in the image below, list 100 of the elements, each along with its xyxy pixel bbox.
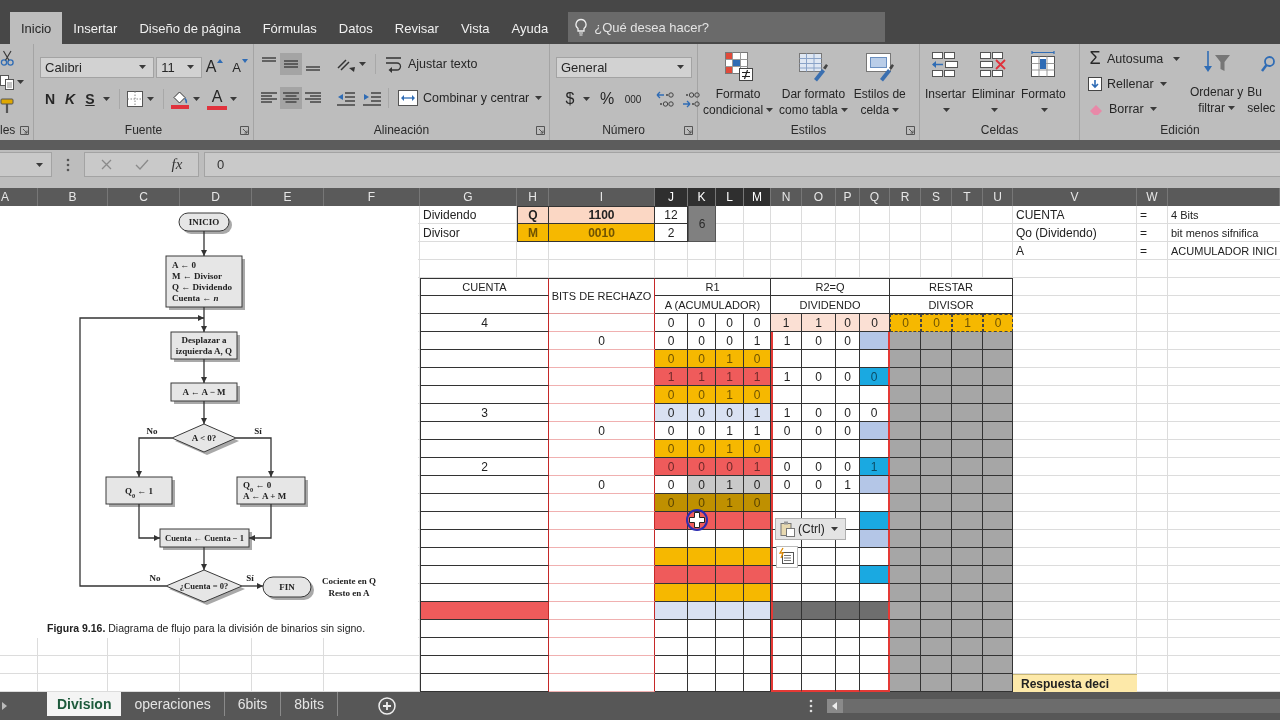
grow-font-button[interactable]: A bbox=[201, 56, 228, 78]
tell-me-search[interactable]: ¿Qué desea hacer? bbox=[568, 12, 886, 42]
caret-icon[interactable] bbox=[1159, 81, 1167, 86]
caret-icon[interactable] bbox=[1228, 106, 1235, 110]
thousands-button[interactable]: 000 bbox=[623, 88, 643, 110]
caret-icon[interactable] bbox=[230, 97, 237, 101]
copy-icon[interactable] bbox=[0, 74, 14, 90]
column-header[interactable]: S bbox=[921, 188, 952, 206]
column-header[interactable]: G bbox=[420, 188, 517, 206]
dialog-launcher-icon[interactable] bbox=[906, 125, 915, 135]
borders-icon[interactable] bbox=[126, 90, 144, 108]
caret-icon[interactable] bbox=[583, 97, 590, 101]
sort-filter-button[interactable]: Ordenar y filtrar bbox=[1188, 48, 1246, 116]
ribbon-tab[interactable]: Datos bbox=[327, 12, 384, 44]
percent-button[interactable]: % bbox=[597, 88, 617, 110]
decrease-indent-icon[interactable] bbox=[336, 89, 356, 107]
caret-icon[interactable] bbox=[359, 62, 366, 66]
column-header[interactable]: A bbox=[0, 188, 38, 206]
conditional-format-button[interactable]: Formato condicional bbox=[700, 50, 777, 118]
tab-scroll-arrow-icon[interactable] bbox=[2, 702, 7, 710]
ribbon-tab[interactable]: Insertar bbox=[62, 12, 129, 44]
caret-icon[interactable] bbox=[139, 65, 147, 69]
caret-icon[interactable] bbox=[766, 108, 774, 112]
column-header[interactable]: Q bbox=[860, 188, 890, 206]
sheet-tab[interactable]: 6bits bbox=[224, 692, 282, 716]
autosum-button[interactable]: Σ Autosuma bbox=[1088, 48, 1164, 69]
paste-options-button[interactable]: (Ctrl) bbox=[775, 518, 846, 540]
currency-button[interactable]: $ bbox=[560, 88, 580, 110]
dialog-launcher-icon[interactable] bbox=[20, 125, 29, 135]
ribbon-tab[interactable]: Inicio bbox=[10, 12, 63, 44]
scissors-icon[interactable] bbox=[0, 50, 14, 66]
italic-button[interactable]: K bbox=[60, 88, 80, 110]
caret-icon[interactable] bbox=[36, 162, 43, 167]
caret-icon[interactable] bbox=[943, 108, 951, 112]
column-header[interactable]: V bbox=[1013, 188, 1137, 206]
column-header[interactable]: B bbox=[38, 188, 108, 206]
bold-button[interactable]: N bbox=[40, 88, 60, 110]
merge-center-button[interactable]: Combinar y centrar bbox=[395, 87, 533, 109]
column-header[interactable]: W bbox=[1137, 188, 1168, 206]
caret-icon[interactable] bbox=[1149, 106, 1157, 111]
caret-icon[interactable] bbox=[535, 96, 543, 100]
caret-icon[interactable] bbox=[677, 65, 684, 69]
column-header[interactable]: L bbox=[716, 188, 744, 206]
column-header[interactable]: O bbox=[802, 188, 836, 206]
align-middle-icon[interactable] bbox=[280, 53, 302, 75]
column-header[interactable]: M bbox=[744, 188, 771, 206]
add-sheet-icon[interactable] bbox=[377, 697, 396, 715]
dialog-launcher-icon[interactable] bbox=[684, 125, 693, 135]
caret-icon[interactable] bbox=[830, 527, 838, 531]
caret-icon[interactable] bbox=[193, 97, 200, 101]
caret-icon[interactable] bbox=[1173, 56, 1181, 61]
caret-icon[interactable] bbox=[103, 97, 110, 101]
align-center-icon[interactable] bbox=[280, 87, 302, 109]
caret-icon[interactable] bbox=[840, 108, 848, 112]
ribbon-tab[interactable]: Vista bbox=[449, 12, 501, 44]
decrease-decimal-icon[interactable] bbox=[681, 90, 701, 108]
fill-button[interactable]: Rellenar bbox=[1088, 73, 1188, 94]
number-format-dropdown[interactable]: General bbox=[556, 56, 692, 78]
find-select-button[interactable]: Bu selec bbox=[1245, 48, 1276, 116]
shrink-font-button[interactable]: A bbox=[227, 56, 253, 78]
column-header[interactable]: C bbox=[108, 188, 180, 206]
ribbon-tab[interactable]: Ayuda bbox=[500, 12, 560, 44]
caret-icon[interactable] bbox=[147, 97, 154, 101]
drag-handle-icon[interactable] bbox=[809, 699, 813, 713]
scroll-left-icon[interactable] bbox=[827, 699, 843, 713]
format-as-table-button[interactable]: Dar formato como tabla bbox=[776, 50, 851, 118]
column-header[interactable]: R bbox=[890, 188, 921, 206]
column-header[interactable]: N bbox=[771, 188, 802, 206]
insert-function-button[interactable]: fx bbox=[171, 156, 183, 173]
format-button[interactable]: Formato bbox=[1018, 50, 1069, 118]
delete-button[interactable]: Eliminar bbox=[968, 50, 1019, 118]
column-header[interactable]: D bbox=[180, 188, 252, 206]
caret-icon[interactable] bbox=[17, 80, 24, 84]
dialog-launcher-icon[interactable] bbox=[240, 125, 249, 135]
dialog-launcher-icon[interactable] bbox=[536, 125, 545, 135]
drag-handle-icon[interactable] bbox=[66, 158, 70, 172]
ribbon-tab[interactable]: Revisar bbox=[383, 12, 450, 44]
sheet-tab[interactable]: Division bbox=[47, 692, 122, 716]
cell-styles-button[interactable]: Estilos de celda bbox=[850, 50, 909, 118]
font-name-dropdown[interactable]: Calibri bbox=[40, 56, 155, 78]
column-header[interactable]: K bbox=[688, 188, 716, 206]
column-header[interactable]: H bbox=[517, 188, 549, 206]
ribbon-tab[interactable]: Fórmulas bbox=[251, 12, 328, 44]
flash-fill-icon[interactable] bbox=[776, 546, 798, 568]
paintbrush-icon[interactable] bbox=[0, 98, 14, 113]
caret-icon[interactable] bbox=[892, 108, 900, 112]
underline-button[interactable]: S bbox=[80, 88, 100, 110]
font-size-dropdown[interactable]: 11 bbox=[156, 56, 202, 78]
column-header[interactable]: E bbox=[252, 188, 324, 206]
caret-icon[interactable] bbox=[991, 108, 999, 112]
fill-color-icon[interactable] bbox=[170, 89, 190, 109]
formula-input[interactable]: 0 bbox=[204, 152, 1280, 177]
font-color-button[interactable]: A bbox=[207, 88, 227, 110]
column-header[interactable]: T bbox=[952, 188, 983, 206]
enter-check-icon[interactable] bbox=[134, 159, 149, 170]
sheet-tab[interactable]: operaciones bbox=[121, 692, 225, 716]
column-header[interactable]: F bbox=[324, 188, 420, 206]
column-header[interactable]: U bbox=[983, 188, 1013, 206]
column-header[interactable]: P bbox=[836, 188, 860, 206]
increase-indent-icon[interactable] bbox=[362, 89, 382, 107]
